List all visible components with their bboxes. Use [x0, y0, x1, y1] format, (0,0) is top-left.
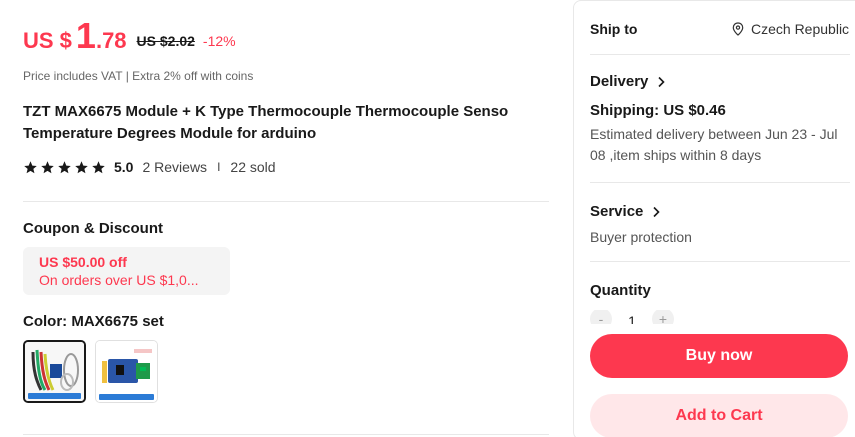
delivery-link[interactable]: Delivery: [590, 73, 666, 90]
quantity-value[interactable]: 1: [612, 313, 652, 324]
star-rating: [23, 160, 106, 175]
rating-separator: I: [217, 160, 221, 174]
reviews-link[interactable]: 2 Reviews: [142, 159, 207, 175]
shipping-price: Shipping: US $0.46: [590, 102, 726, 119]
star-icon: [24, 160, 37, 173]
service-label: Service: [590, 203, 644, 220]
rating-score: 5.0: [114, 159, 134, 175]
star-icon: [41, 160, 54, 173]
divider: [590, 182, 850, 183]
service-link[interactable]: Service: [590, 203, 661, 220]
divider: [590, 54, 850, 55]
purchase-panel: Ship to Czech Republic Delivery Shipping…: [573, 0, 855, 437]
star-icon: [75, 160, 88, 173]
discount-badge: -12%: [202, 33, 236, 49]
color-title: Color: MAX6675 set: [23, 313, 164, 330]
coupon-title: Coupon & Discount: [23, 220, 163, 237]
rating-row: 5.0 2 Reviews I 22 sold: [23, 159, 276, 175]
price-currency: US $: [23, 28, 72, 53]
vat-note: Price includes VAT | Extra 2% off with c…: [23, 69, 254, 83]
add-to-cart-button[interactable]: Add to Cart: [590, 394, 848, 437]
ship-to-label: Ship to: [590, 21, 638, 37]
color-option-max6675-set[interactable]: [23, 340, 86, 403]
coupon-condition: On orders over US $1,0...: [39, 272, 199, 288]
product-thumbnail: [96, 341, 157, 402]
country-name: Czech Republic: [751, 21, 850, 37]
product-info: US $ 1 .78 US $2.02 -12% Price includes …: [23, 0, 549, 437]
color-option-max6675-module[interactable]: [95, 340, 158, 403]
price-decimal: .78: [95, 28, 127, 53]
ship-to-selector[interactable]: Czech Republic: [732, 21, 849, 37]
price-integer: 1: [75, 15, 96, 56]
thumbnail-label-bar: [28, 393, 81, 399]
divider: [590, 261, 850, 262]
chevron-right-icon: [653, 206, 661, 217]
quantity-label: Quantity: [590, 282, 651, 299]
location-pin-icon: [732, 22, 744, 36]
divider: [23, 201, 549, 202]
quantity-stepper[interactable]: - 1 +: [590, 310, 674, 324]
divider: [23, 434, 549, 435]
star-icon: [58, 160, 71, 173]
increase-quantity-button[interactable]: +: [652, 310, 674, 324]
coupon-card[interactable]: US $50.00 off On orders over US $1,0...: [23, 247, 230, 295]
delivery-estimate: Estimated delivery between Jun 23 - Jul …: [590, 126, 838, 163]
delivery-label: Delivery: [590, 73, 649, 90]
original-price: US $2.02: [136, 33, 195, 49]
star-icon: [92, 160, 105, 173]
sold-count: 22 sold: [230, 159, 276, 175]
price-row: US $ 1 .78 US $2.02 -12%: [23, 18, 236, 54]
thumbnail-label-bar: [99, 394, 154, 400]
decrease-quantity-button[interactable]: -: [590, 310, 612, 324]
product-title: TZT MAX6675 Module + K Type Thermocouple…: [23, 103, 509, 142]
buyer-protection: Buyer protection: [590, 229, 692, 245]
buy-now-button[interactable]: Buy now: [590, 334, 848, 378]
chevron-right-icon: [658, 76, 666, 87]
coupon-amount: US $50.00 off: [39, 254, 127, 270]
